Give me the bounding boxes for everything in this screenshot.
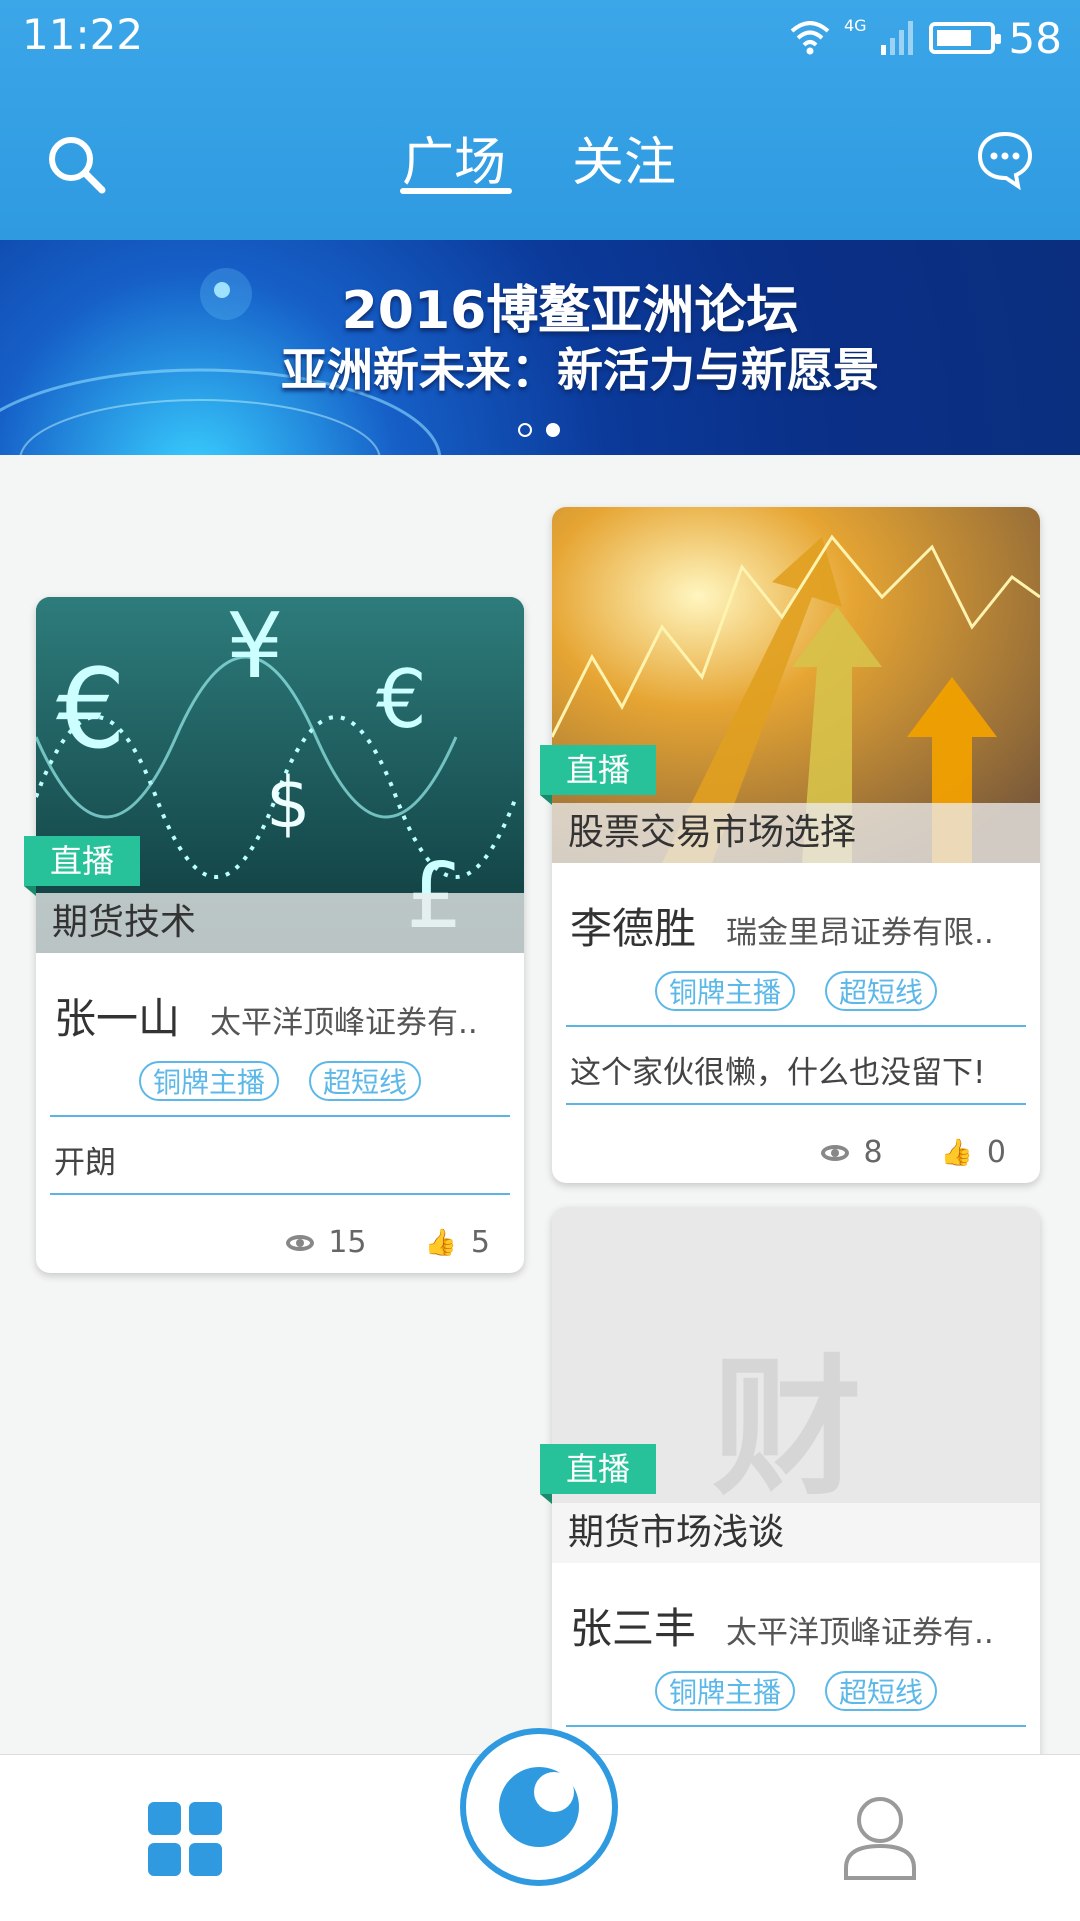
- author-name: 张一山: [54, 994, 181, 1043]
- banner-subtitle: 亚洲新未来：新活力与新愿景: [281, 343, 879, 397]
- network-type: 4G: [843, 16, 867, 35]
- search-icon[interactable]: [44, 132, 110, 198]
- author-row: 张三丰 太平洋顶峰证券有..: [570, 1595, 1024, 1656]
- carousel-dot-1[interactable]: [518, 423, 532, 437]
- card-title: 期货技术: [36, 893, 524, 953]
- badge-fold: [540, 795, 552, 805]
- card-title: 期货市场浅谈: [552, 1503, 1040, 1563]
- wifi-icon: [790, 21, 830, 55]
- author-org: 瑞金里昂证券有限..: [726, 915, 994, 951]
- author-name: 李德胜: [570, 904, 697, 953]
- status-icons: 4G 58: [790, 10, 1062, 66]
- author-name: 张三丰: [570, 1604, 697, 1653]
- thumbs-up-icon: 👍: [424, 1227, 457, 1258]
- battery-level: 58: [1008, 13, 1062, 63]
- tab-square[interactable]: 广场: [402, 120, 506, 195]
- active-tab-indicator: [400, 188, 512, 194]
- divider: [50, 1193, 510, 1195]
- view-count: 15: [328, 1225, 367, 1260]
- divider: [50, 1115, 510, 1117]
- tag-rank: 铜牌主播: [138, 1061, 279, 1101]
- banner-title: 2016博鳌亚洲论坛: [341, 281, 799, 341]
- live-badge: 直播: [540, 745, 657, 795]
- tag-style: 超短线: [309, 1061, 422, 1101]
- thumbs-up-icon: 👍: [940, 1137, 973, 1168]
- signal-icon: [880, 21, 913, 55]
- placeholder-logo: 财: [712, 1342, 863, 1516]
- grid-icon[interactable]: [148, 1802, 222, 1876]
- live-camera-icon: [499, 1767, 579, 1847]
- author-org: 太平洋顶峰证券有..: [726, 1615, 994, 1651]
- tab-following[interactable]: 关注: [572, 120, 676, 195]
- eye-icon: [286, 1234, 315, 1251]
- chat-icon[interactable]: [976, 130, 1034, 190]
- svg-text:$: $: [266, 762, 311, 844]
- svg-text:€: €: [376, 653, 427, 746]
- tag-list: 铜牌主播 超短线: [552, 971, 1040, 1011]
- divider: [566, 1725, 1026, 1727]
- promo-banner[interactable]: 2016博鳌亚洲论坛 亚洲新未来：新活力与新愿景: [0, 240, 1080, 455]
- author-row: 张一山 太平洋顶峰证券有..: [54, 985, 508, 1046]
- start-live-button[interactable]: [460, 1728, 618, 1886]
- status-time: 11:22: [22, 10, 144, 59]
- badge-fold: [540, 1494, 552, 1504]
- divider: [566, 1025, 1026, 1027]
- view-count: 8: [863, 1135, 883, 1170]
- stats-row: 15 👍 5: [286, 1225, 490, 1260]
- live-badge: 直播: [24, 836, 141, 886]
- like-count: 0: [986, 1135, 1006, 1170]
- tag-list: 铜牌主播 超短线: [552, 1671, 1040, 1711]
- carousel-dot-2[interactable]: [546, 423, 560, 437]
- svg-text:€: €: [56, 645, 126, 773]
- eye-icon: [821, 1144, 850, 1161]
- svg-text:¥: ¥: [226, 597, 283, 699]
- live-badge: 直播: [540, 1444, 657, 1494]
- description: 开朗: [54, 1145, 116, 1181]
- like-count: 5: [470, 1225, 490, 1260]
- author-row: 李德胜 瑞金里昂证券有限..: [570, 895, 1024, 956]
- live-card[interactable]: 股票交易市场选择 李德胜 瑞金里昂证券有限.. 铜牌主播 超短线 这个家伙很懒，…: [552, 507, 1040, 1183]
- top-app-bar: 11:22 4G 58 广场 关注: [0, 0, 1080, 240]
- tag-rank: 铜牌主播: [654, 1671, 795, 1711]
- stats-row: 8 👍 0: [821, 1135, 1006, 1170]
- card-title: 股票交易市场选择: [552, 803, 1040, 863]
- profile-icon[interactable]: [840, 1794, 920, 1880]
- description: 这个家伙很懒，什么也没留下!: [570, 1055, 986, 1091]
- author-org: 太平洋顶峰证券有..: [210, 1005, 478, 1041]
- tag-style: 超短线: [825, 1671, 938, 1711]
- badge-fold: [24, 886, 36, 896]
- battery-icon: [928, 22, 1001, 54]
- tag-rank: 铜牌主播: [654, 971, 795, 1011]
- live-card[interactable]: € ¥ € $ £ 期货技术 张一山 太平洋顶峰证券有.. 铜牌主播 超短线 开…: [36, 597, 524, 1273]
- divider: [566, 1103, 1026, 1105]
- tag-style: 超短线: [825, 971, 938, 1011]
- tag-list: 铜牌主播 超短线: [36, 1061, 524, 1101]
